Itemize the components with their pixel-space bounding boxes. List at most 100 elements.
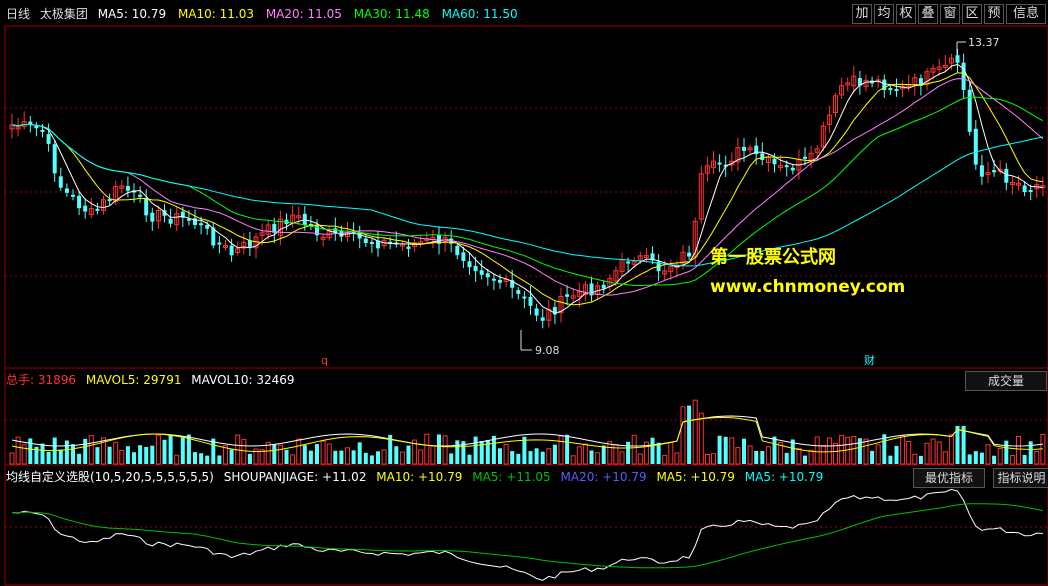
volume-bar-down [46,451,51,464]
candle-body-down [34,125,39,129]
volume-bar-down [467,454,472,464]
volume-bar-down [961,426,966,464]
volume-bar-up [1016,436,1021,465]
toolbar-forecast-button[interactable]: 预 [984,4,1004,24]
toolbar-rights-button[interactable]: 权 [896,4,916,24]
candle-body-down [1028,189,1033,192]
volume-bar-down [760,451,765,464]
toolbar-overlay-button[interactable]: 叠 [918,4,938,24]
volume-bar-down [125,446,130,464]
volume-bar-up [119,449,125,465]
volume-bar-down [723,436,728,464]
volume-bar-down [1022,454,1027,464]
volume-bar-down [64,440,69,464]
indicator-header: 均线自定义选股(10,5,20,5,5,5,5,5,5) SHOUPANJIAG… [6,466,829,488]
volume-bar-down [565,434,570,464]
volume-bar-up [442,435,448,465]
candle-body-down [955,55,960,63]
volume-bar-up [418,449,424,465]
volume-bar-up [729,437,735,465]
volume-bar-down [992,455,997,464]
candle-body-down [363,238,368,244]
volume-bar-down [656,442,661,464]
candle-body-down [784,165,789,168]
best-indicator-button[interactable]: 最优指标 [913,468,985,488]
toolbar-info-button[interactable]: 信息 [1006,4,1046,24]
candle-body-down [455,245,460,256]
candle-body-down [229,245,234,256]
volume-bar-down [742,438,746,464]
candle-body-down [168,218,173,224]
volume-bar-up [711,453,716,465]
candle-body-down [565,294,570,297]
volume-bar-up [747,445,753,465]
volume-bar-up [900,435,906,465]
volume-bar-up [704,454,710,465]
candle-body-down [479,270,484,275]
volume-bar-up [558,435,564,465]
ind-ma10-readout: MA10: +10.79 [376,470,463,484]
ma60-readout: MA60: 11.50 [441,7,518,21]
candle-body-down [803,156,807,159]
volume-bar-down [601,445,606,464]
event-marker-cai: 财 [864,353,875,367]
volume-bar-up [820,444,826,465]
volume-bar-up [814,436,820,465]
volume-bar-down [516,453,521,464]
volume-bar-up [296,438,302,465]
volume-bar-down [754,450,759,464]
ind-ma5b-readout: MA5: +10.79 [656,470,735,484]
toolbar-average-button[interactable]: 均 [874,4,894,24]
volume-bar-up [662,454,668,465]
volume-bar-up [765,446,771,465]
volume-bar-down [150,445,155,464]
volume-bar-up [174,454,180,465]
toolbar-range-button[interactable]: 区 [962,4,982,24]
ma10-readout: MA10: 11.03 [177,7,254,21]
volume-bar-up [948,434,954,465]
candle-body-down [687,252,692,257]
mavol5-readout: MAVOL5: 29791 [85,373,182,387]
volume-bar-up [326,443,332,465]
volume-bar-down [498,448,502,464]
candle-body-down [1004,168,1009,183]
volume-bar-down [351,450,356,464]
volume-bar-down [302,445,307,464]
volume-bar-down [376,451,380,464]
candle-body-down [888,88,893,91]
candle-body-down [83,205,88,212]
indicator-help-button[interactable]: 指标说明 [993,468,1048,488]
volume-bar-down [95,447,100,464]
volume-bar-down [589,450,594,464]
candle-body-down [961,62,966,91]
volume-bar-down [918,455,923,464]
high-price-label: 13.37 [968,36,1000,49]
mavol10-readout: MAVOL10: 32469 [191,373,295,387]
volume-bar-up [399,451,405,465]
candle-body-down [199,223,204,226]
event-marker-q: q [321,354,328,367]
volume-indicator-select[interactable]: 成交量 [965,371,1047,391]
candle-body-down [760,153,765,160]
volume-bar-up [845,436,851,465]
volume-bar-down [247,453,252,464]
volume-bar-up [833,442,838,465]
toolbar-window-button[interactable]: 窗 [940,4,960,24]
watermark-url: www.chnmoney.com [710,277,906,297]
candle-body-down [522,296,527,299]
ma20-readout: MA20: 11.05 [265,7,342,21]
toolbar-add-button[interactable]: 加 [852,4,872,24]
volume-bar-up [863,438,869,465]
candle-body-down [601,284,606,289]
volume-bar-down [83,438,88,464]
candle-body-down [485,273,490,278]
volume-bar-down [784,452,789,464]
volume-bar-up [576,446,582,465]
candle-body-down [967,89,972,132]
candle-body-down [772,158,777,165]
volume-bar-down [363,452,368,464]
volume-bar-down [229,449,234,464]
volume-bar-up [345,447,350,465]
volume-bar-up [424,433,430,465]
volume-bar-up [430,444,436,465]
